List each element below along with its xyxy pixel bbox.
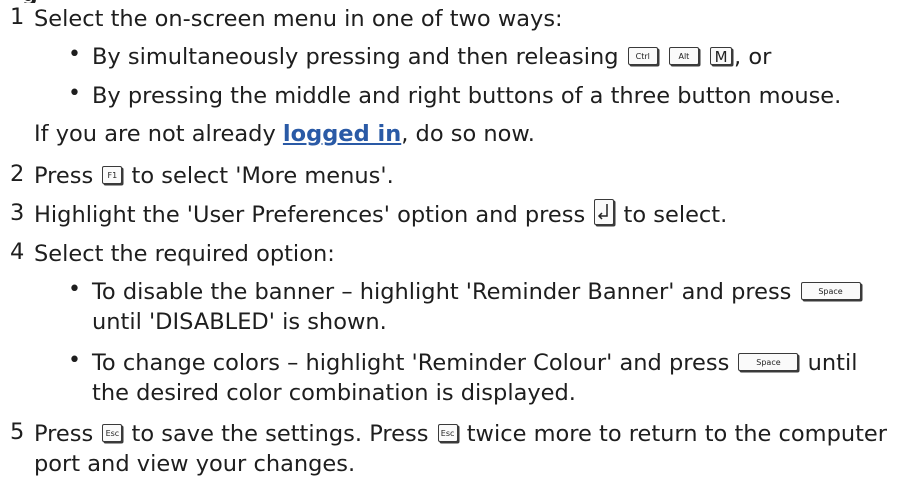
step-text: Press Esc to save the settings. Press Es… — [34, 421, 888, 447]
step-text: Highlight the 'User Preferences' option … — [34, 198, 727, 230]
step-text-continued: port and view your changes. — [34, 451, 356, 477]
esc-key-icon: Esc — [102, 423, 123, 442]
step-number: 3 — [10, 200, 25, 226]
space-key-icon: Space — [738, 352, 799, 371]
space-key-icon: Space — [800, 281, 861, 300]
ctrl-key-icon: Ctrl — [627, 46, 658, 65]
list-item: To disable the banner – highlight 'Remin… — [92, 277, 863, 307]
list-item-continued: until 'DISABLED' is shown. — [92, 309, 387, 335]
logged-in-link[interactable]: logged in — [283, 121, 401, 147]
enter-key-icon — [594, 198, 615, 225]
login-note: If you are not already logged in, do so … — [34, 121, 535, 147]
step-text: Select the required option: — [34, 241, 335, 267]
step-number: 5 — [10, 419, 25, 445]
bullet-icon: • — [68, 277, 81, 302]
bullet-icon: • — [68, 42, 81, 67]
alt-key-icon: Alt — [668, 46, 699, 65]
step-number: 4 — [10, 239, 25, 265]
list-item: By pressing the middle and right buttons… — [92, 83, 842, 109]
esc-key-icon: Esc — [437, 423, 458, 442]
f1-key-icon: F1 — [102, 165, 123, 184]
bullet-icon: • — [68, 348, 81, 373]
step-number: 1 — [10, 4, 25, 30]
list-item-continued: the desired color combination is display… — [92, 380, 576, 406]
m-key-icon: M — [710, 46, 733, 66]
list-item: To change colors – highlight 'Reminder C… — [92, 350, 858, 376]
step-text: Select the on-screen menu in one of two … — [34, 6, 563, 32]
bullet-icon: • — [68, 81, 81, 106]
list-item: By simultaneously pressing and then rele… — [92, 44, 772, 70]
heading-fragment: g — [0, 0, 921, 3]
step-text: Press F1 to select 'More menus'. — [34, 163, 394, 189]
step-number: 2 — [10, 161, 25, 187]
